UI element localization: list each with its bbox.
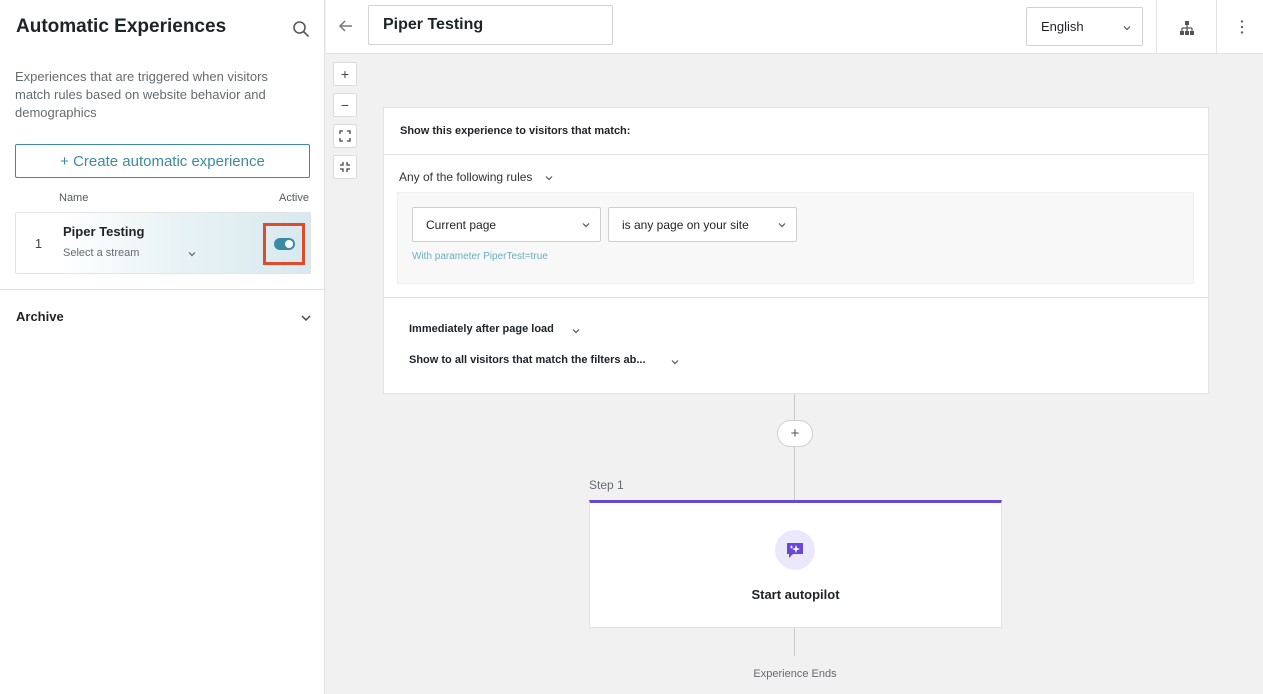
trigger-rules-heading: Show this experience to visitors that ma… xyxy=(400,125,631,137)
zoom-out-label: − xyxy=(340,97,350,113)
more-vertical-icon[interactable] xyxy=(1236,19,1248,35)
search-icon[interactable] xyxy=(292,20,310,38)
chevron-down-icon xyxy=(582,223,590,228)
add-step-button[interactable]: + xyxy=(777,420,813,447)
flow-connector xyxy=(794,628,795,656)
chevron-down-icon[interactable] xyxy=(544,173,554,183)
chevron-down-icon[interactable] xyxy=(571,326,581,336)
expand-icon xyxy=(339,130,351,142)
column-header-name: Name xyxy=(59,192,89,204)
active-toggle-highlight xyxy=(263,223,305,265)
rule-row: Current page is any page on your site Wi… xyxy=(397,192,1194,284)
sidebar-title: Automatic Experiences xyxy=(16,16,227,37)
chevron-down-icon[interactable] xyxy=(300,312,312,324)
timing-select[interactable]: Immediately after page load xyxy=(409,323,554,335)
toolbar-divider xyxy=(1216,0,1217,54)
match-mode-select[interactable]: Any of the following rules xyxy=(399,170,532,184)
active-toggle[interactable] xyxy=(273,238,295,250)
sitemap-icon[interactable] xyxy=(1179,20,1195,36)
audience-select[interactable]: Show to all visitors that match the filt… xyxy=(409,354,646,366)
language-select-value: English xyxy=(1041,19,1084,34)
add-step-label: + xyxy=(790,425,800,442)
toggle-knob xyxy=(284,240,293,248)
toolbar-divider xyxy=(1156,0,1157,54)
trigger-rules-card: Show this experience to visitors that ma… xyxy=(383,107,1209,394)
stream-select[interactable]: Select a stream xyxy=(63,247,139,259)
column-header-active: Active xyxy=(279,192,309,204)
language-select[interactable]: English xyxy=(1026,7,1143,46)
archive-section-toggle[interactable]: Archive xyxy=(16,309,64,324)
sidebar-divider xyxy=(0,289,325,290)
back-arrow-icon[interactable] xyxy=(338,18,354,34)
create-automatic-experience-button[interactable]: + Create automatic experience xyxy=(15,144,310,178)
experience-title-input[interactable]: Piper Testing xyxy=(368,5,613,45)
fit-screen-button[interactable] xyxy=(333,124,357,148)
flow-connector xyxy=(794,447,795,500)
flow-connector xyxy=(794,394,795,420)
step-title: Start autopilot xyxy=(751,587,840,602)
compress-icon xyxy=(340,162,350,172)
trigger-rules-header: Show this experience to visitors that ma… xyxy=(384,108,1208,155)
chevron-down-icon[interactable] xyxy=(670,357,680,367)
sidebar: Automatic Experiences Experiences that a… xyxy=(0,0,325,694)
experience-name[interactable]: Piper Testing xyxy=(63,224,144,239)
experience-row-index: 1 xyxy=(16,213,61,273)
step-label: Step 1 xyxy=(589,478,624,492)
rule-operator-select[interactable]: is any page on your site xyxy=(608,207,797,242)
experience-ends-label: Experience Ends xyxy=(753,668,837,680)
chevron-down-icon xyxy=(778,223,786,228)
chevron-down-icon xyxy=(1123,26,1131,31)
collapse-view-button[interactable] xyxy=(333,155,357,179)
rule-field-select[interactable]: Current page xyxy=(412,207,601,242)
rule-operator-value: is any page on your site xyxy=(622,217,749,232)
experience-row[interactable]: 1 Piper Testing Select a stream xyxy=(15,212,311,274)
top-bar: Piper Testing English xyxy=(326,0,1263,54)
experience-row-body: Piper Testing Select a stream xyxy=(61,213,310,273)
step-card[interactable]: Start autopilot xyxy=(589,500,1002,628)
rule-parameter-link[interactable]: With parameter PiperTest=true xyxy=(412,251,548,262)
card-divider xyxy=(384,297,1208,298)
rule-field-value: Current page xyxy=(426,217,497,232)
zoom-in-label: + xyxy=(340,66,350,82)
chevron-down-icon[interactable] xyxy=(187,249,197,259)
zoom-out-button[interactable]: − xyxy=(333,93,357,117)
sidebar-description: Experiences that are triggered when visi… xyxy=(15,69,268,120)
zoom-in-button[interactable]: + xyxy=(333,62,357,86)
autopilot-icon xyxy=(775,530,815,570)
